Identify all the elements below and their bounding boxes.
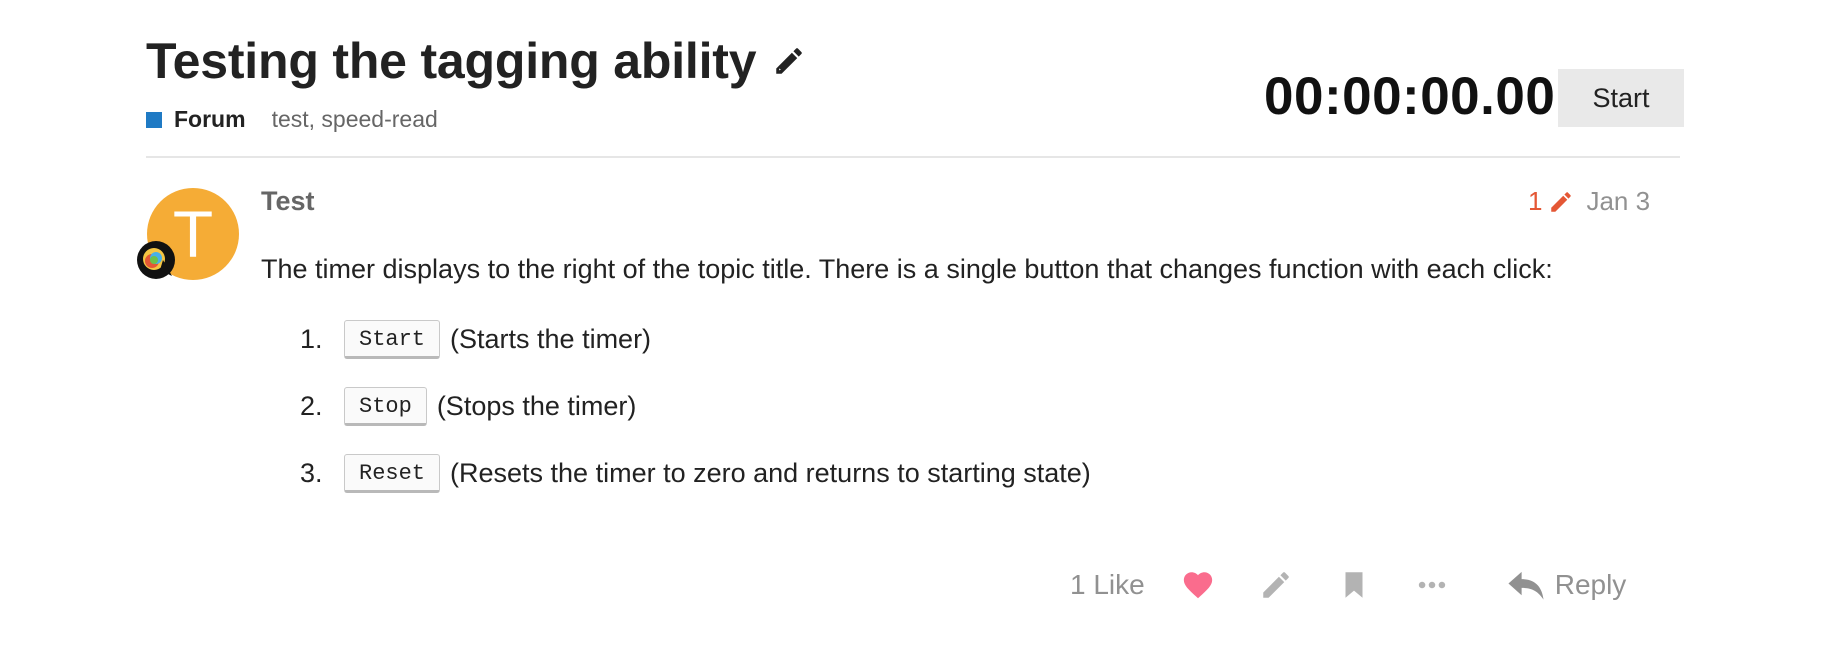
reply-button[interactable]: Reply <box>1507 568 1627 602</box>
kbd-key: Start <box>344 319 441 359</box>
more-icon[interactable] <box>1415 568 1449 602</box>
list-item: 3. Reset (Resets the timer to zero and r… <box>300 452 1091 494</box>
list-text: (Resets the timer to zero and returns to… <box>450 457 1091 488</box>
post-actions: 1 Like Reply <box>1070 568 1626 602</box>
pencil-icon[interactable] <box>1259 568 1293 602</box>
list-text: (Stops the timer) <box>436 390 637 421</box>
edit-title-icon[interactable] <box>772 44 806 78</box>
timer-display: 00:00:00.00 <box>1264 67 1556 126</box>
post-paragraph: The timer displays to the right of the t… <box>261 254 1553 284</box>
bookmark-icon[interactable] <box>1337 568 1371 602</box>
post-meta: 1 Jan 3 <box>1528 186 1650 217</box>
heart-icon[interactable] <box>1181 568 1215 602</box>
post-body: The timer displays to the right of the t… <box>261 254 1553 285</box>
post-username[interactable]: Test <box>261 186 315 217</box>
list-number: 3. <box>300 457 323 488</box>
timer-start-button[interactable]: Start <box>1558 69 1684 127</box>
category-color-box <box>146 111 162 128</box>
list-item: 1. Start (Starts the timer) <box>300 318 1091 360</box>
list-item: 2. Stop (Stops the timer) <box>300 385 1091 427</box>
avatar-container[interactable]: T <box>136 188 240 292</box>
edit-count[interactable]: 1 <box>1528 186 1542 217</box>
like-count[interactable]: 1 Like <box>1070 569 1145 601</box>
edit-history-icon[interactable] <box>1548 189 1574 215</box>
topic-tags[interactable]: test, speed-read <box>272 106 438 133</box>
topic-title[interactable]: Testing the tagging ability <box>146 30 757 92</box>
category-link[interactable]: Forum <box>174 106 246 133</box>
list-number: 2. <box>300 390 323 421</box>
post-date[interactable]: Jan 3 <box>1586 186 1650 217</box>
reply-label: Reply <box>1554 569 1627 600</box>
kbd-key: Reset <box>344 453 441 493</box>
user-flair-icon <box>137 241 175 279</box>
reply-icon <box>1508 571 1544 600</box>
steps-list: 1. Start (Starts the timer) 2. Stop (Sto… <box>300 318 1091 519</box>
header-divider <box>146 156 1680 158</box>
list-number: 1. <box>300 323 323 354</box>
kbd-key: Stop <box>344 386 427 426</box>
list-text: (Starts the timer) <box>450 323 652 354</box>
